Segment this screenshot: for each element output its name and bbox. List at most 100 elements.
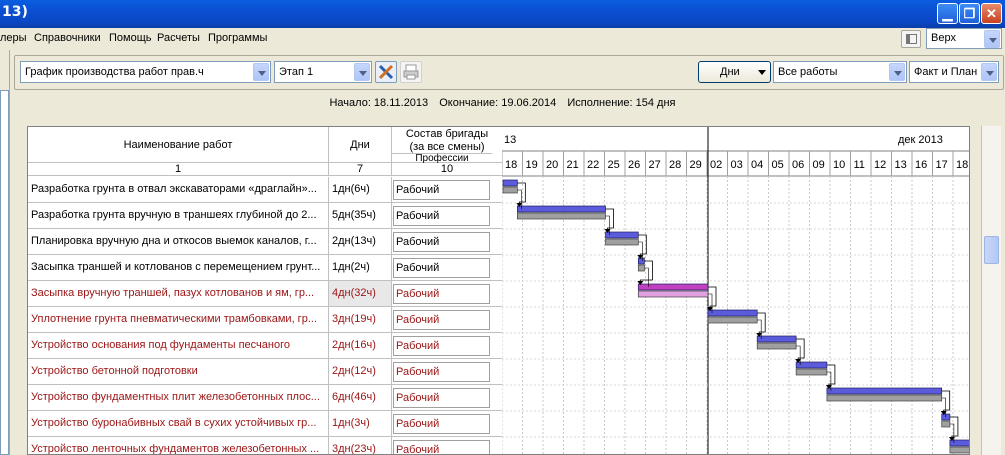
- chevron-down-icon[interactable]: [981, 63, 997, 81]
- restore-button[interactable]: ❐: [959, 3, 980, 24]
- stage-select[interactable]: Этап 1: [274, 61, 372, 83]
- task-name-cell[interactable]: Устройство основания под фундаменты песч…: [28, 333, 329, 359]
- gantt-plan-bar: [826, 387, 943, 395]
- task-days-cell[interactable]: 1дн(6ч): [329, 177, 392, 203]
- task-days-cell[interactable]: 1дн(2ч): [329, 255, 392, 281]
- gantt-month-label: дек 2013: [898, 134, 943, 146]
- profession-field[interactable]: Рабочий: [393, 336, 490, 356]
- gantt-chart: 13 дек 2013 18 19 20 21 22 25 26 27 28 29 02 03 04 05 06…: [502, 127, 969, 454]
- header-crew-title: Состав бригады: [405, 128, 489, 140]
- table-row[interactable]: Засыпка вручную траншей, пазух котловано…: [28, 281, 503, 307]
- close-button[interactable]: ✕: [981, 3, 1002, 24]
- gantt-plan-bar: [949, 439, 969, 447]
- gantt-month-label: 13: [504, 134, 516, 146]
- task-days-cell[interactable]: 4дн(32ч): [329, 281, 392, 307]
- table-row[interactable]: Уплотнение грунта пневматическими трамбо…: [28, 307, 503, 333]
- window-layout-button[interactable]: [901, 30, 921, 48]
- header-col-num-1: 1: [28, 163, 329, 176]
- chevron-down-icon[interactable]: [253, 63, 269, 81]
- minimize-button[interactable]: ▁: [937, 3, 958, 24]
- table-row[interactable]: Разработка грунта вручную в траншеях глу…: [28, 203, 503, 229]
- position-select[interactable]: Верх: [926, 28, 1002, 49]
- duration: Исполнение: 154 дня: [567, 97, 676, 109]
- gantt-day-label: 17: [936, 159, 948, 171]
- tools-icon: [378, 64, 394, 80]
- task-name-cell[interactable]: Засыпка вручную траншей, пазух котловано…: [28, 281, 329, 307]
- gantt-day-label: 11: [854, 159, 865, 171]
- gantt-day-label: 16: [915, 159, 927, 171]
- header-days[interactable]: Дни: [329, 127, 392, 163]
- task-name-cell[interactable]: Устройство ленточных фундаментов железоб…: [28, 437, 329, 454]
- header-col-num-10: 10: [392, 163, 503, 176]
- chevron-down-icon[interactable]: [889, 63, 905, 81]
- task-days-cell[interactable]: 1дн(3ч): [329, 411, 392, 437]
- task-days-cell[interactable]: 5дн(35ч): [329, 203, 392, 229]
- task-name-cell[interactable]: Планировка вручную дна и откосов выемок …: [28, 229, 329, 255]
- profession-field[interactable]: Рабочий: [393, 180, 490, 200]
- units-button[interactable]: Дни: [698, 61, 771, 83]
- tools-button[interactable]: [375, 61, 397, 83]
- schedule-select[interactable]: График производства работ прав.ч: [20, 61, 271, 83]
- task-name-cell[interactable]: Засыпка траншей и котлованов с перемещен…: [28, 255, 329, 281]
- table-row[interactable]: Устройство буронабивных свай в сухих уст…: [28, 411, 503, 437]
- gantt-day-label: 19: [526, 159, 538, 171]
- task-name-cell[interactable]: Устройство буронабивных свай в сухих уст…: [28, 411, 329, 437]
- task-days-cell[interactable]: 3дн(23ч): [329, 437, 392, 454]
- profession-field[interactable]: Рабочий: [393, 284, 490, 304]
- gantt-plan-bar: [605, 231, 639, 239]
- chevron-down-icon[interactable]: [984, 30, 1000, 48]
- profession-field[interactable]: Рабочий: [393, 388, 490, 408]
- header-crew[interactable]: Состав бригады (за все смены) Профессии: [392, 127, 503, 164]
- table-row[interactable]: Планировка вручную дна и откосов выемок …: [28, 229, 503, 255]
- chevron-down-icon[interactable]: [354, 63, 370, 81]
- gantt-day-label: 06: [792, 159, 804, 171]
- gantt-day-label: 03: [731, 159, 743, 171]
- table-row[interactable]: Устройство ленточных фундаментов железоб…: [28, 437, 503, 454]
- menu-item-tools[interactable]: леры: [0, 32, 27, 44]
- print-button[interactable]: [400, 61, 422, 83]
- gantt-fact-bar: [949, 446, 969, 454]
- display-mode-select[interactable]: Факт и План: [909, 61, 999, 83]
- table-row[interactable]: Разработка грунта в отвал экскаваторами …: [28, 177, 503, 203]
- task-name-cell[interactable]: Уплотнение грунта пневматическими трамбо…: [28, 307, 329, 333]
- table-row[interactable]: Засыпка траншей и котлованов с перемещен…: [28, 255, 503, 281]
- menu-item-calculations[interactable]: Расчеты: [157, 32, 200, 44]
- work-filter-select[interactable]: Все работы: [773, 61, 907, 83]
- task-days-cell[interactable]: 2дн(12ч): [329, 359, 392, 385]
- minimize-icon: ▁: [942, 6, 953, 21]
- menu-item-help[interactable]: Помощь: [109, 32, 152, 44]
- gantt-day-label: 10: [833, 159, 845, 171]
- profession-field[interactable]: Рабочий: [393, 414, 490, 434]
- profession-field[interactable]: Рабочий: [393, 258, 490, 278]
- stage-select-value: Этап 1: [279, 66, 314, 78]
- schedule-summary: Начало: 18.11.2013 Окончание: 19.06.2014…: [0, 97, 1005, 109]
- task-days-cell[interactable]: 6дн(46ч): [329, 385, 392, 411]
- gantt-plan-bar: [795, 361, 828, 369]
- gantt-day-label: 18: [505, 159, 517, 171]
- table-row[interactable]: Устройство фундаментных плит железобетон…: [28, 385, 503, 411]
- header-name[interactable]: Наименование работ: [28, 127, 329, 163]
- profession-field[interactable]: Рабочий: [393, 206, 490, 226]
- menu-bar: леры Справочники Помощь Расчеты Программ…: [0, 28, 1005, 50]
- task-days-cell[interactable]: 2дн(16ч): [329, 333, 392, 359]
- profession-field[interactable]: Рабочий: [393, 440, 490, 454]
- task-days-cell[interactable]: 3дн(19ч): [329, 307, 392, 333]
- task-name-cell[interactable]: Разработка грунта вручную в траншеях глу…: [28, 203, 329, 229]
- task-days-cell[interactable]: 2дн(13ч): [329, 229, 392, 255]
- task-name-cell[interactable]: Устройство бетонной подготовки: [28, 359, 329, 385]
- vertical-scrollbar[interactable]: [981, 126, 1001, 455]
- gantt-day-label: 26: [628, 159, 640, 171]
- menu-item-references[interactable]: Справочники: [34, 32, 101, 44]
- task-name-cell[interactable]: Устройство фундаментных плит железобетон…: [28, 385, 329, 411]
- table-row[interactable]: Устройство бетонной подготовки 2дн(12ч) Ра…: [28, 359, 503, 385]
- menu-item-programs[interactable]: Программы: [208, 32, 267, 44]
- profession-field[interactable]: Рабочий: [393, 310, 490, 330]
- gantt-day-label: 20: [546, 159, 558, 171]
- task-name-cell[interactable]: Разработка грунта в отвал экскаваторами …: [28, 177, 329, 203]
- scrollbar-thumb[interactable]: [984, 236, 999, 264]
- profession-field[interactable]: Рабочий: [393, 232, 490, 252]
- table-row[interactable]: Устройство основания под фундаменты песч…: [28, 333, 503, 359]
- gantt-plan-bar: [637, 283, 709, 291]
- gantt-day-label: 13: [895, 159, 907, 171]
- profession-field[interactable]: Рабочий: [393, 362, 490, 382]
